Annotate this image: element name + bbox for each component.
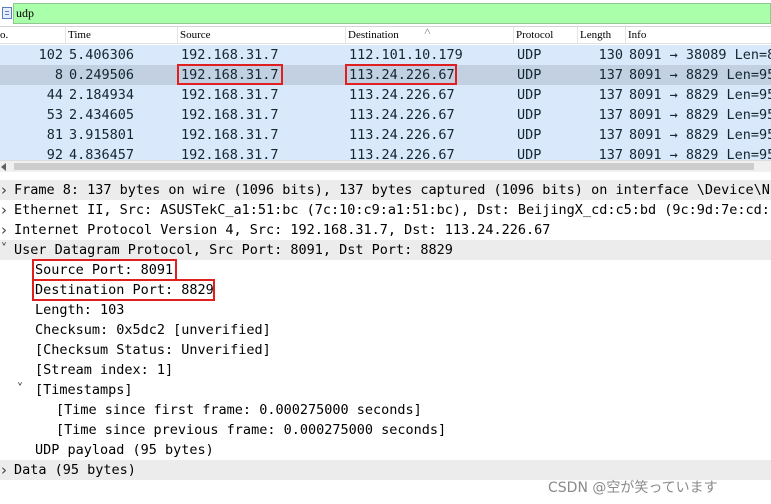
cell-length: 137 [598,107,623,123]
display-filter-bar: udp [0,0,771,27]
cell-info: 8091 → 8829 Len=95 [629,147,771,160]
cell-length: 130 [598,47,623,63]
cell-source: 192.168.31.7 [181,107,279,123]
scrollbar-thumb[interactable] [14,163,754,170]
table-row[interactable]: 44 2.184934 192.168.31.7 113.24.226.67 UDP 13… [0,85,771,105]
cell-info: 8091 → 8829 Len=95 [629,127,771,143]
table-row[interactable]: 53 2.434605 192.168.31.7 113.24.226.67 UDP 13… [0,105,771,125]
cell-destination: 113.24.226.67 [349,87,455,103]
cell-no: 92 [46,147,63,160]
cell-length: 137 [598,147,623,160]
cell-no: 102 [38,47,63,63]
cell-info: 8091 → 8829 Len=95 [629,87,771,103]
tree-item-label: Ethernet II, Src: ASUSTekC_a1:51:bc (7c:… [14,202,771,218]
cell-time: 2.184934 [69,87,135,103]
cell-no: 44 [46,87,63,103]
highlight-box-source-port [32,259,177,281]
tree-item-udp[interactable]: ˅ User Datagram Protocol, Src Port: 8091,… [0,240,771,260]
cell-length: 137 [598,87,623,103]
tree-item-stream-index[interactable]: [Stream index: 1] [0,360,771,380]
tree-item-timestamps[interactable]: ˅ [Timestamps] [0,380,771,400]
expand-arrow-icon[interactable]: › [0,460,10,480]
sort-ascending-icon: ˄ [424,27,431,38]
cell-source: 192.168.31.7 [181,127,279,143]
highlight-box-destination [345,64,457,85]
tree-item-label: User Datagram Protocol, Src Port: 8091, … [14,242,453,258]
cell-destination: 113.24.226.67 [349,107,455,123]
tree-item-label: [Time since previous frame: 0.000275000 … [56,422,447,438]
tree-item-label: Frame 8: 137 bytes on wire (1096 bits), … [14,182,771,198]
tree-item-label: [Stream index: 1] [35,362,174,378]
cell-length: 137 [598,67,623,83]
tree-item-label: [Timestamps] [35,382,133,398]
tree-item-checksum[interactable]: Checksum: 0x5dc2 [unverified] [0,320,771,340]
cell-source: 192.168.31.7 [181,147,279,160]
collapse-arrow-icon[interactable]: ˅ [14,380,26,400]
cell-source: 192.168.31.7 [181,87,279,103]
cell-time: 5.406306 [69,47,135,63]
tree-item-ipv4[interactable]: › Internet Protocol Version 4, Src: 192.1… [0,220,771,240]
cell-time: 2.434605 [69,107,135,123]
tree-item-label: Checksum: 0x5dc2 [unverified] [35,322,271,338]
cell-no: 8 [54,67,63,83]
table-row[interactable]: 92 4.836457 192.168.31.7 113.24.226.67 UDP 13… [0,145,771,160]
expand-arrow-icon[interactable]: › [0,200,10,220]
cell-protocol: UDP [517,107,542,123]
cell-no: 53 [46,107,63,123]
packet-list-scrollbar[interactable] [0,160,771,172]
tree-item-time-since-previous[interactable]: [Time since previous frame: 0.000275000 … [0,420,771,440]
cell-no: 81 [46,127,63,143]
tree-item-frame[interactable]: › Frame 8: 137 bytes on wire (1096 bits),… [0,180,771,200]
cell-protocol: UDP [517,47,542,63]
tree-item-label: UDP payload (95 bytes) [35,442,214,458]
packet-list: o. Time Source Destination Protocol Leng… [0,27,771,160]
column-header-source[interactable]: Source [178,27,346,44]
watermark: CSDN @空が笑っています [548,480,718,496]
tree-item-udp-payload[interactable]: UDP payload (95 bytes) [0,440,771,460]
scroll-left-arrow-icon[interactable] [1,163,6,171]
column-header-length[interactable]: Length [578,27,626,44]
tree-item-length[interactable]: Length: 103 [0,300,771,320]
packet-list-header: o. Time Source Destination Protocol Leng… [0,27,771,44]
cell-protocol: UDP [517,127,542,143]
cell-source: 192.168.31.7 [181,47,279,63]
cell-time: 3.915801 [69,127,135,143]
column-header-info[interactable]: Info [626,27,771,44]
cell-protocol: UDP [517,87,542,103]
cell-protocol: UDP [517,147,542,160]
packet-details-pane: › Frame 8: 137 bytes on wire (1096 bits),… [0,180,771,504]
cell-destination: 113.24.226.67 [349,147,455,160]
cell-destination: 113.24.226.67 [349,127,455,143]
tree-item-label: Data (95 bytes) [14,462,136,478]
cell-length: 137 [598,127,623,143]
cell-info: 8091 → 8829 Len=95 [629,67,771,83]
display-filter-input[interactable]: udp [13,3,771,24]
cell-protocol: UDP [517,67,542,83]
collapse-arrow-icon[interactable]: ˅ [0,240,10,260]
filter-bookmark-icon[interactable] [2,7,12,19]
cell-time: 4.836457 [69,147,135,160]
cell-time: 0.249506 [69,67,135,83]
table-row[interactable]: 102 5.406306 192.168.31.7 112.101.10.179 UDP… [0,45,771,65]
tree-item-ethernet[interactable]: › Ethernet II, Src: ASUSTekC_a1:51:bc (7c… [0,200,771,220]
tree-item-label: [Time since first frame: 0.000275000 sec… [56,402,422,418]
column-header-no[interactable]: o. [0,27,66,44]
column-header-protocol[interactable]: Protocol [514,27,578,44]
highlight-box-source [177,64,283,85]
tree-item-label: Internet Protocol Version 4, Src: 192.16… [14,222,551,238]
cell-destination: 112.101.10.179 [349,47,463,63]
expand-arrow-icon[interactable]: › [0,180,10,200]
tree-item-label: Length: 103 [35,302,125,318]
cell-info: 8091 → 8829 Len=95 [629,107,771,123]
highlight-box-destination-port [32,279,215,301]
table-row[interactable]: 81 3.915801 192.168.31.7 113.24.226.67 UDP 13… [0,125,771,145]
tree-item-time-since-first[interactable]: [Time since first frame: 0.000275000 sec… [0,400,771,420]
tree-item-label: [Checksum Status: Unverified] [35,342,271,358]
tree-item-checksum-status[interactable]: [Checksum Status: Unverified] [0,340,771,360]
cell-info: 8091 → 38089 Len=8 [629,47,771,63]
expand-arrow-icon[interactable]: › [0,220,10,240]
column-header-time[interactable]: Time [66,27,178,44]
